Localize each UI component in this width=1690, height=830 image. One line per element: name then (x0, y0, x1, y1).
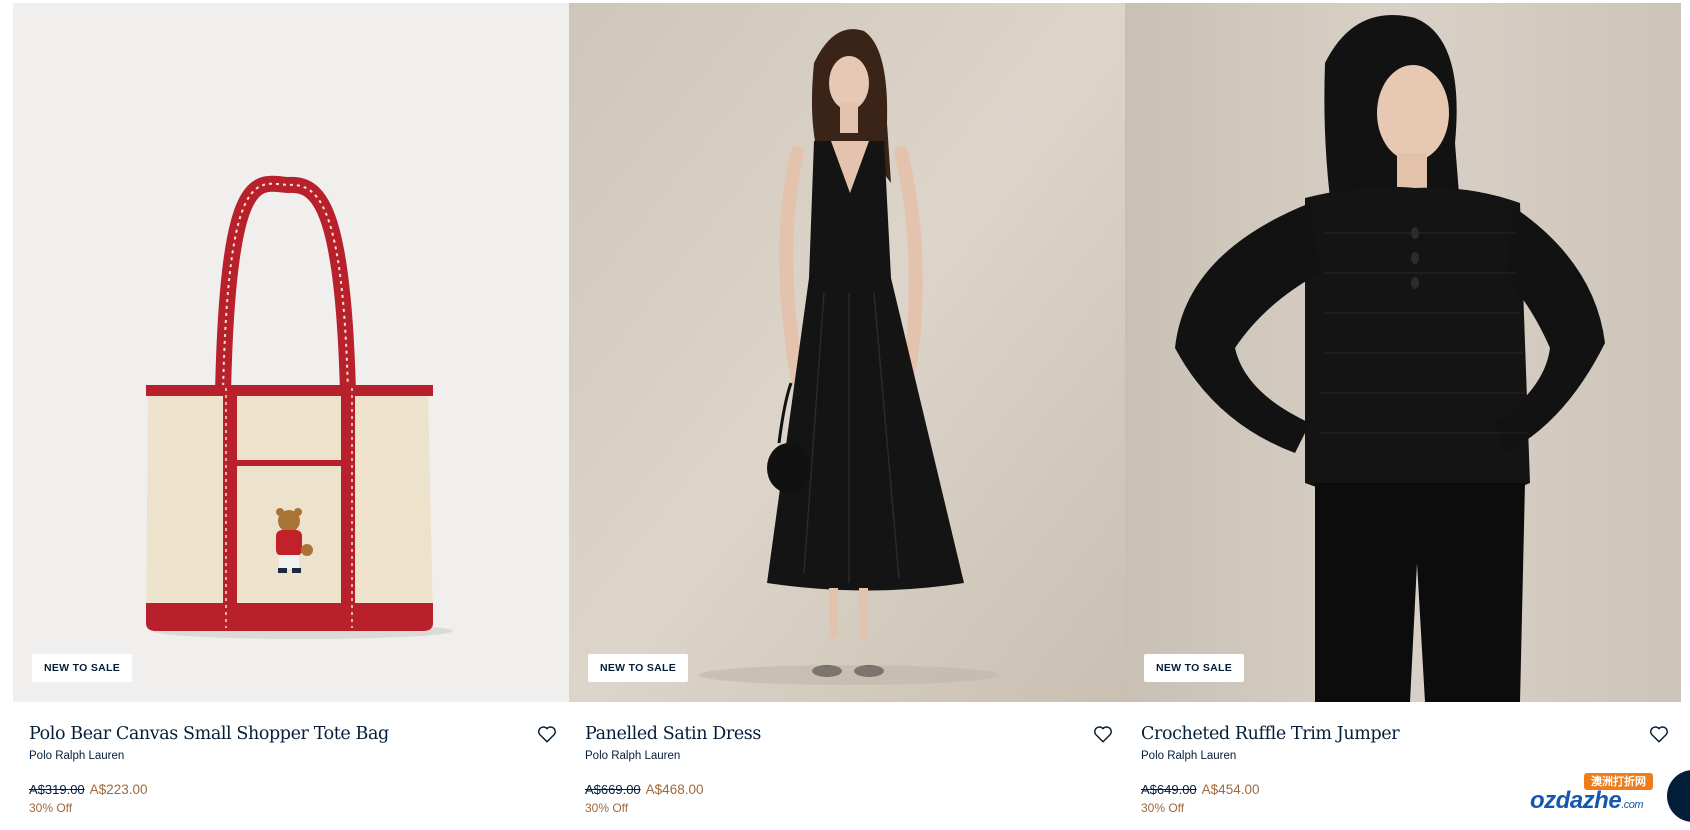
product-image-crocheted-jumper[interactable]: NEW TO SALE (1125, 3, 1681, 702)
product-image-tote-bag[interactable]: NEW TO SALE (13, 3, 569, 702)
product-info: Polo Bear Canvas Small Shopper Tote Bag … (13, 702, 569, 815)
sale-price: A$468.00 (645, 782, 704, 797)
product-brand: Polo Ralph Lauren (585, 750, 681, 762)
product-info: Panelled Satin Dress Polo Ralph Lauren A… (569, 702, 1125, 815)
wishlist-button[interactable] (536, 723, 558, 745)
tote-bag-illustration (13, 3, 569, 702)
discount-label: 30% Off (585, 801, 629, 815)
product-title[interactable]: Polo Bear Canvas Small Shopper Tote Bag (29, 723, 553, 745)
product-image-satin-dress[interactable]: NEW TO SALE (569, 3, 1125, 702)
new-to-sale-badge: NEW TO SALE (588, 654, 689, 682)
product-prices: A$669.00 A$468.00 (585, 782, 1109, 797)
new-to-sale-badge: NEW TO SALE (32, 654, 133, 682)
watermark-suffix: .com (1621, 799, 1644, 811)
original-price: A$319.00 (29, 782, 85, 797)
sale-price: A$454.00 (1201, 782, 1260, 797)
product-title[interactable]: Crocheted Ruffle Trim Jumper (1141, 723, 1665, 745)
product-card[interactable]: NEW TO SALE Crocheted Ruffle Trim Jumper… (1125, 3, 1681, 830)
heart-icon (538, 726, 556, 743)
original-price: A$669.00 (585, 782, 641, 797)
crocheted-jumper-photo (1125, 3, 1681, 702)
original-price: A$649.00 (1141, 782, 1197, 797)
discount-label: 30% Off (29, 801, 73, 815)
product-brand: Polo Ralph Lauren (1141, 750, 1237, 762)
sale-price: A$223.00 (89, 782, 148, 797)
product-brand: Polo Ralph Lauren (29, 750, 125, 762)
watermark-logo: ozdazhe.com (1530, 787, 1644, 815)
product-card[interactable]: NEW TO SALE Polo Bear Canvas Small Shopp… (13, 3, 569, 830)
heart-icon (1094, 726, 1112, 743)
new-to-sale-badge: NEW TO SALE (1144, 654, 1245, 682)
wishlist-button[interactable] (1092, 723, 1114, 745)
wishlist-button[interactable] (1648, 723, 1670, 745)
product-card[interactable]: NEW TO SALE Panelled Satin Dress Polo Ra… (569, 3, 1125, 830)
product-title[interactable]: Panelled Satin Dress (585, 723, 1109, 745)
watermark-brand: ozdazhe (1530, 787, 1622, 814)
heart-icon (1650, 726, 1668, 743)
product-grid: NEW TO SALE Polo Bear Canvas Small Shopp… (13, 3, 1681, 830)
product-prices: A$319.00 A$223.00 (29, 782, 553, 797)
satin-dress-photo (569, 3, 1125, 702)
